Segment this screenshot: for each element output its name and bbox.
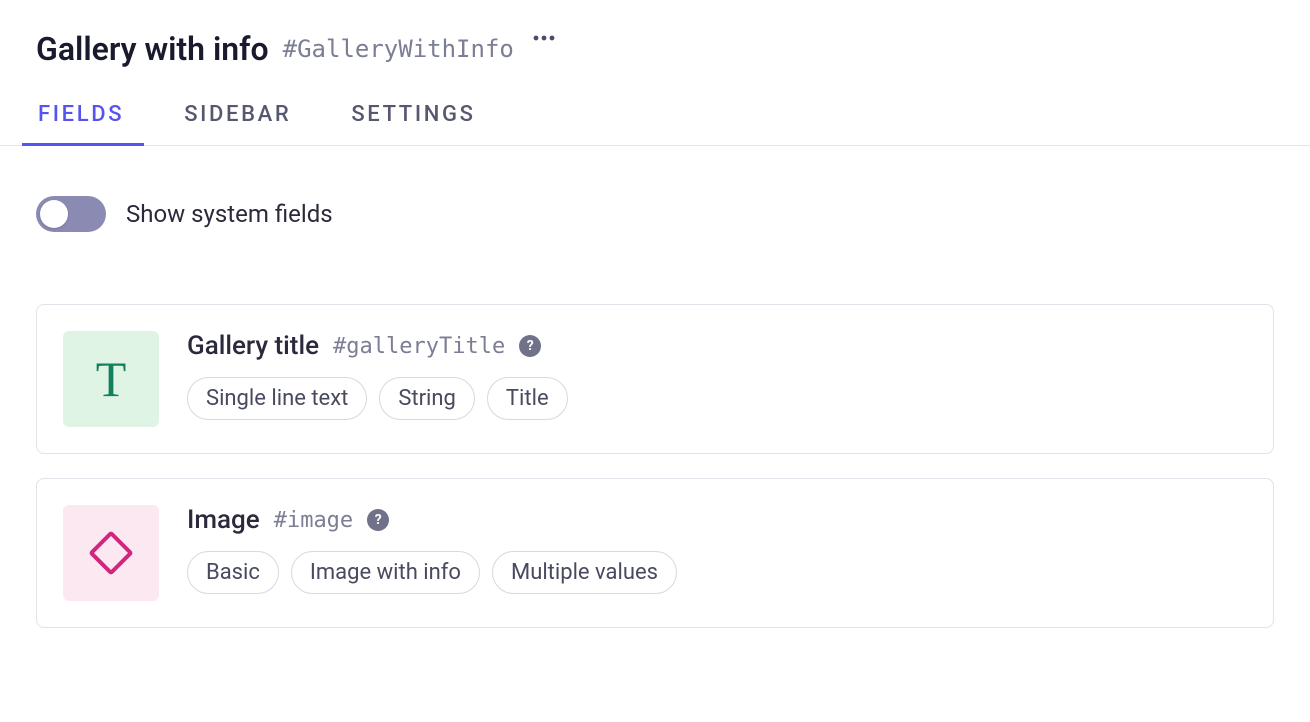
field-row[interactable]: T Gallery title #galleryTitle ? Single l… [36, 304, 1274, 454]
field-tag: Image with info [291, 551, 480, 594]
dots-horizontal-icon [533, 35, 555, 41]
tab-fields[interactable]: FIELDS [36, 102, 126, 145]
help-icon[interactable]: ? [367, 509, 389, 531]
field-row[interactable]: Image #image ? Basic Image with info Mul… [36, 478, 1274, 628]
page-title: Gallery with info [36, 30, 269, 68]
field-id: #galleryTitle [333, 334, 505, 359]
field-tag: Basic [187, 551, 279, 594]
text-glyph-icon: T [96, 350, 127, 408]
group-field-icon [63, 505, 159, 601]
text-field-icon: T [63, 331, 159, 427]
field-name: Gallery title [187, 331, 319, 361]
field-tag: Title [487, 377, 568, 420]
show-system-fields-toggle[interactable] [36, 196, 106, 232]
toggle-knob [40, 200, 68, 228]
field-name: Image [187, 505, 260, 535]
field-tag: String [379, 377, 475, 420]
more-actions-button[interactable] [530, 24, 558, 52]
diamond-icon [88, 530, 133, 575]
help-icon[interactable]: ? [519, 335, 541, 357]
toggle-label: Show system fields [126, 200, 333, 228]
tabs: FIELDS SIDEBAR SETTINGS [0, 102, 1310, 146]
field-id: #image [274, 508, 353, 533]
field-tag: Multiple values [492, 551, 677, 594]
field-tags: Basic Image with info Multiple values [187, 551, 677, 594]
content-type-id: #GalleryWithInfo [283, 35, 514, 63]
field-tags: Single line text String Title [187, 377, 568, 420]
field-tag: Single line text [187, 377, 367, 420]
field-list: T Gallery title #galleryTitle ? Single l… [36, 304, 1274, 628]
tab-settings[interactable]: SETTINGS [349, 102, 477, 145]
tab-sidebar[interactable]: SIDEBAR [182, 102, 293, 145]
